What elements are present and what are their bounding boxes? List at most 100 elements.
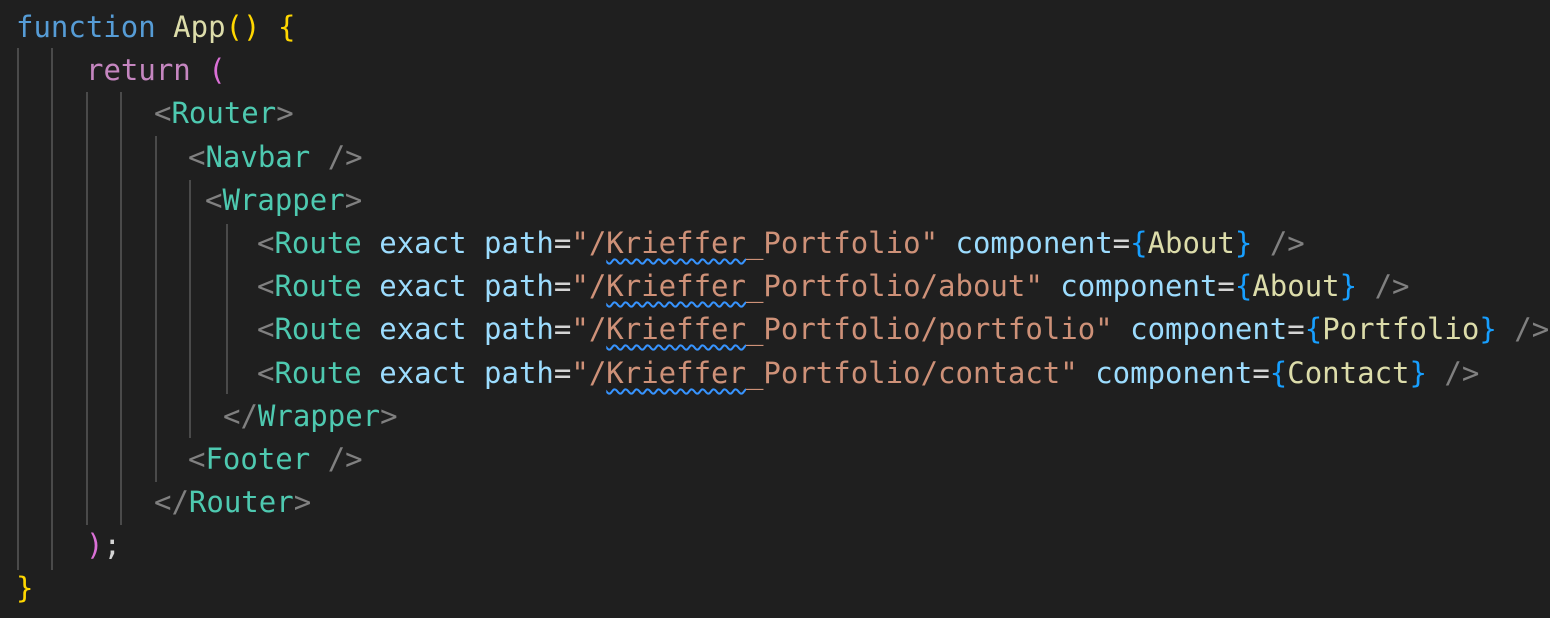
tag-self-close: /> (1444, 356, 1480, 390)
tag-close-bracket: > (276, 96, 294, 130)
quote-close: " (1060, 356, 1078, 390)
tag-close-bracket: > (293, 485, 312, 519)
quote-open: " (571, 226, 589, 260)
quote-close: " (920, 226, 939, 260)
code-line-4[interactable]: <Navbar /> (188, 136, 363, 179)
tag-name: Footer (205, 442, 311, 476)
tag-open-bracket: < (188, 140, 206, 174)
equals: = (1252, 356, 1270, 390)
keyword-return: return (86, 53, 191, 87)
equals: = (1287, 312, 1305, 346)
path-rest: _Portfolio/about (745, 269, 1026, 303)
tag-name: Wrapper (222, 183, 345, 217)
quote-close: " (1095, 312, 1113, 346)
brace-open: { (1304, 312, 1323, 346)
code-line-13[interactable]: ); (86, 524, 121, 567)
attr-exact: exact (379, 269, 467, 303)
code-line-2[interactable]: return ( (86, 49, 226, 92)
tag-name: Router (171, 96, 277, 130)
misspelled-word: Krieffer (606, 356, 746, 390)
brace-close: } (16, 571, 34, 605)
path-rest: _Portfolio/contact (745, 356, 1061, 390)
tag-open-bracket: < (257, 226, 275, 260)
misspelled-word: Krieffer (606, 269, 746, 303)
indent-guide (86, 92, 88, 525)
path-slash: / (588, 356, 607, 390)
attr-path: path (484, 226, 554, 260)
equals: = (553, 356, 572, 390)
tag-self-close: /> (1514, 312, 1550, 346)
attr-component: component (1095, 356, 1253, 390)
attr-component: component (955, 226, 1113, 260)
attr-exact: exact (379, 356, 467, 390)
attr-component: component (1130, 312, 1288, 346)
code-line-1[interactable]: function App() { (16, 6, 295, 49)
attr-path: path (484, 356, 554, 390)
tag-name: Wrapper (257, 399, 381, 433)
indent-guide (155, 136, 157, 482)
paren-open: ( (208, 53, 226, 87)
tag-self-close: /> (1374, 269, 1410, 303)
paren-close: ) (243, 10, 261, 44)
indent-guide (226, 224, 228, 394)
tag-open-bracket: < (257, 312, 275, 346)
tag-close-bracket: > (380, 399, 398, 433)
tag-open-bracket: </ (223, 399, 258, 433)
brace-open: { (1269, 356, 1288, 390)
brace-close: } (1234, 226, 1253, 260)
quote-open: " (571, 356, 589, 390)
code-line-11[interactable]: <Footer /> (188, 438, 363, 481)
attr-exact: exact (379, 312, 467, 346)
path-slash: / (588, 226, 607, 260)
quote-open: " (571, 312, 589, 346)
component-ident: About (1252, 269, 1340, 303)
code-editor[interactable]: function App() { return ( <Router> <Navb… (0, 0, 1550, 618)
code-line-5[interactable]: <Wrapper> (205, 179, 362, 222)
tag-name: Route (274, 312, 362, 346)
brace-open: { (1130, 226, 1148, 260)
semicolon: ; (103, 528, 121, 562)
indent-guide (51, 48, 53, 570)
code-line-8[interactable]: <Route exact path="/Krieffer_Portfolio/p… (257, 308, 1549, 351)
equals: = (1112, 226, 1131, 260)
code-line-6[interactable]: <Route exact path="/Krieffer_Portfolio" … (257, 222, 1305, 265)
equals: = (553, 226, 572, 260)
tag-name: Navbar (205, 140, 311, 174)
brace-open: { (1234, 269, 1253, 303)
path-rest: _Portfolio/portfolio (745, 312, 1096, 346)
tag-open-bracket: < (257, 269, 275, 303)
tag-name: Route (274, 269, 362, 303)
component-ident: Contact (1287, 356, 1410, 390)
tag-name: Route (274, 226, 362, 260)
path-rest: _Portfolio (745, 226, 921, 260)
attr-exact: exact (379, 226, 467, 260)
paren-close: ) (86, 528, 104, 562)
code-line-9[interactable]: <Route exact path="/Krieffer_Portfolio/c… (257, 352, 1479, 395)
equals: = (553, 312, 572, 346)
equals: = (1217, 269, 1235, 303)
attr-path: path (484, 269, 554, 303)
tag-self-close: /> (1269, 226, 1305, 260)
tag-self-close: /> (327, 140, 363, 174)
tag-open-bracket: < (188, 442, 206, 476)
function-name: App (173, 10, 226, 44)
component-ident: About (1147, 226, 1235, 260)
code-line-10[interactable]: </Wrapper> (223, 395, 398, 438)
paren-open: ( (225, 10, 244, 44)
equals: = (553, 269, 572, 303)
tag-close-bracket: > (344, 183, 363, 217)
brace-open: { (277, 10, 296, 44)
tag-open-bracket: < (205, 183, 223, 217)
tag-self-close: /> (327, 442, 363, 476)
tag-open-bracket: < (257, 356, 275, 390)
code-line-12[interactable]: </Router> (154, 481, 311, 524)
code-line-14[interactable]: } (16, 567, 33, 610)
code-line-7[interactable]: <Route exact path="/Krieffer_Portfolio/a… (257, 265, 1410, 308)
code-line-3[interactable]: <Router> (154, 92, 294, 135)
brace-close: } (1479, 312, 1497, 346)
quote-close: " (1025, 269, 1043, 303)
indent-guide (17, 48, 19, 570)
path-slash: / (588, 269, 607, 303)
brace-close: } (1339, 269, 1358, 303)
indent-guide (189, 180, 191, 438)
